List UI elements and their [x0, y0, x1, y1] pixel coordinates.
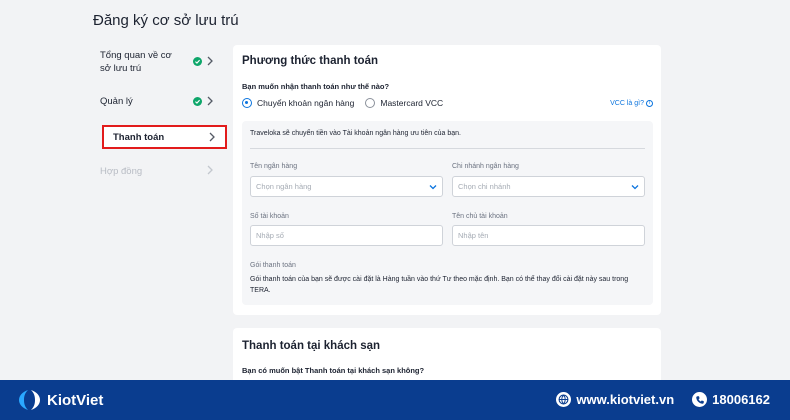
pay-at-hotel-card: Thanh toán tại khách sạn Bạn có muốn bật…: [233, 328, 661, 388]
option-label: Chuyển khoản ngân hàng: [257, 98, 355, 108]
radio-unselected[interactable]: [365, 98, 376, 108]
chevron-right-icon: [207, 56, 213, 66]
section-title: Phương thức thanh toán: [242, 55, 378, 67]
chevron-down-icon: [429, 185, 437, 190]
account-number-label: Số tài khoản: [250, 213, 289, 220]
bank-branch-select[interactable]: Chọn chi nhánh: [452, 176, 645, 197]
footer-banner: KiotViet www.kiotviet.vn 18006162: [0, 380, 790, 420]
sidebar-item-management[interactable]: Quản lý: [100, 95, 225, 108]
payment-package-text: Gói thanh toán của bạn sẽ được cài đặt l…: [250, 276, 629, 294]
radio-selected[interactable]: [242, 98, 252, 108]
sidebar-item-label: Thanh toán: [113, 131, 165, 143]
bank-name-select[interactable]: Chọn ngân hàng: [250, 176, 443, 197]
bank-name-label: Tên ngân hàng: [250, 163, 298, 170]
bank-note: Traveloka sẽ chuyển tiền vào Tài khoản n…: [250, 130, 461, 137]
payment-options: Chuyển khoản ngân hàng Mastercard VCC: [242, 98, 454, 108]
sidebar-item-label: Quản lý: [100, 96, 133, 107]
account-holder-label: Tên chủ tài khoản: [452, 213, 508, 220]
globe-icon: [556, 392, 572, 407]
sidebar-item-contract: Hợp đồng: [100, 165, 225, 178]
info-icon: i: [646, 100, 653, 107]
phone-text: 18006162: [712, 392, 770, 407]
website-text: www.kiotviet.vn: [576, 392, 675, 407]
account-number-placeholder: Nhập số: [256, 231, 284, 240]
check-circle-icon: [193, 57, 202, 66]
option-bank-transfer[interactable]: Chuyển khoản ngân hàng: [242, 98, 354, 108]
payment-package-label: Gói thanh toán: [250, 262, 296, 269]
page-title: Đăng ký cơ sở lưu trú: [93, 12, 239, 29]
payment-question: Bạn muốn nhận thanh toán như thế nào?: [242, 82, 390, 91]
sidebar-item-label: Tổng quan về cơ sở lưu trú: [100, 50, 172, 74]
account-number-input[interactable]: Nhập số: [250, 225, 443, 246]
bank-branch-placeholder: Chọn chi nhánh: [458, 182, 511, 191]
chevron-right-icon: [207, 96, 213, 106]
phone-icon: [692, 392, 708, 407]
bank-name-placeholder: Chọn ngân hàng: [256, 182, 312, 191]
bank-transfer-panel: Traveloka sẽ chuyển tiền vào Tài khoản n…: [242, 121, 653, 305]
check-circle-icon: [193, 97, 202, 106]
chevron-right-icon: [207, 165, 213, 175]
chevron-right-icon: [209, 132, 215, 142]
sidebar-item-payment[interactable]: Thanh toán: [102, 125, 227, 149]
sidebar-item-label: Hợp đồng: [100, 166, 143, 177]
account-holder-placeholder: Nhập tên: [458, 231, 489, 240]
divider: [250, 148, 645, 149]
option-label: Mastercard VCC: [380, 98, 444, 108]
bank-branch-label: Chi nhánh ngân hàng: [452, 163, 519, 170]
vcc-link-label: VCC là gì?: [610, 100, 644, 107]
brand-logo: KiotViet: [18, 389, 103, 411]
footer-contact: www.kiotviet.vn 18006162: [556, 392, 770, 407]
chevron-down-icon: [631, 185, 639, 190]
payment-method-card: Phương thức thanh toán Bạn muốn nhận tha…: [233, 45, 661, 315]
sidebar-item-overview[interactable]: Tổng quan về cơ sở lưu trú: [100, 49, 225, 75]
account-holder-input[interactable]: Nhập tên: [452, 225, 645, 246]
pay-at-hotel-question: Bạn có muốn bật Thanh toán tại khách sạn…: [242, 366, 425, 375]
brand-name: KiotViet: [47, 391, 104, 409]
vcc-info-link[interactable]: VCC là gì? i: [610, 100, 653, 107]
kiotviet-logo-icon: [19, 390, 40, 410]
option-mastercard-vcc[interactable]: Mastercard VCC: [365, 98, 443, 108]
section-title: Thanh toán tại khách sạn: [242, 340, 381, 352]
